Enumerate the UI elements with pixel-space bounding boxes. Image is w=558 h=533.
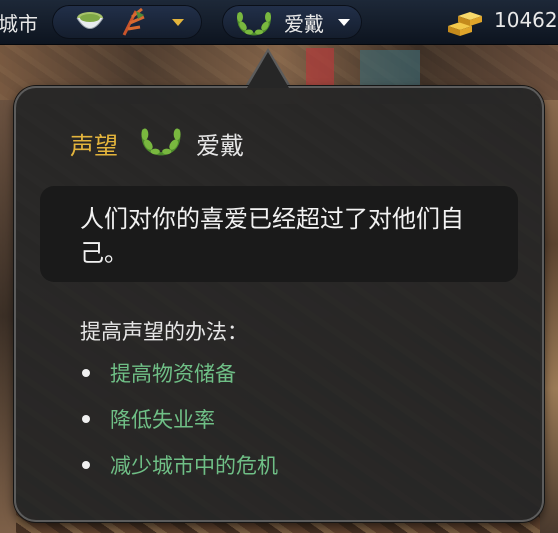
chevron-down-icon: [172, 19, 184, 26]
top-resource-bar: 城市 爱戴 10462: [0, 0, 558, 45]
bullet-icon: [82, 415, 90, 423]
description-box: 人们对你的喜爱已经超过了对他们自己。: [40, 186, 518, 282]
ways-title: 提高声望的办法：: [80, 320, 248, 344]
herb-icon: [122, 7, 145, 36]
gold-bars-icon: [448, 12, 482, 36]
gold-amount: 10462: [494, 8, 558, 32]
bullet-icon: [82, 369, 90, 377]
tooltip-pointer-fill: [247, 52, 289, 88]
city-label[interactable]: 城市: [0, 8, 38, 37]
reputation-description: 人们对你的喜爱已经超过了对他们自己。: [80, 205, 464, 267]
city-awning: [360, 50, 420, 90]
way-label[interactable]: 降低失业率: [110, 404, 215, 434]
laurel-wreath-icon: [237, 12, 271, 36]
tea-bowl-icon: [76, 12, 104, 29]
reputation-name: 爱戴: [284, 12, 324, 36]
way-label[interactable]: 减少城市中的危机: [110, 450, 278, 480]
bullet-icon: [82, 461, 90, 469]
tooltip-title: 声望: [70, 132, 118, 160]
chevron-down-icon: [338, 19, 350, 26]
reputation-tooltip: 声望 爱戴 人们对你的喜爱已经超过了对他们自己。 提高声望的办法： 提高物资储备…: [14, 86, 544, 522]
city-banner: [306, 48, 334, 90]
way-label[interactable]: 提高物资储备: [110, 358, 236, 388]
laurel-wreath-icon: [141, 128, 181, 156]
favorites-selector[interactable]: [52, 5, 202, 39]
reputation-selector[interactable]: 爱戴: [222, 5, 362, 39]
reputation-level: 爱戴: [196, 132, 244, 160]
